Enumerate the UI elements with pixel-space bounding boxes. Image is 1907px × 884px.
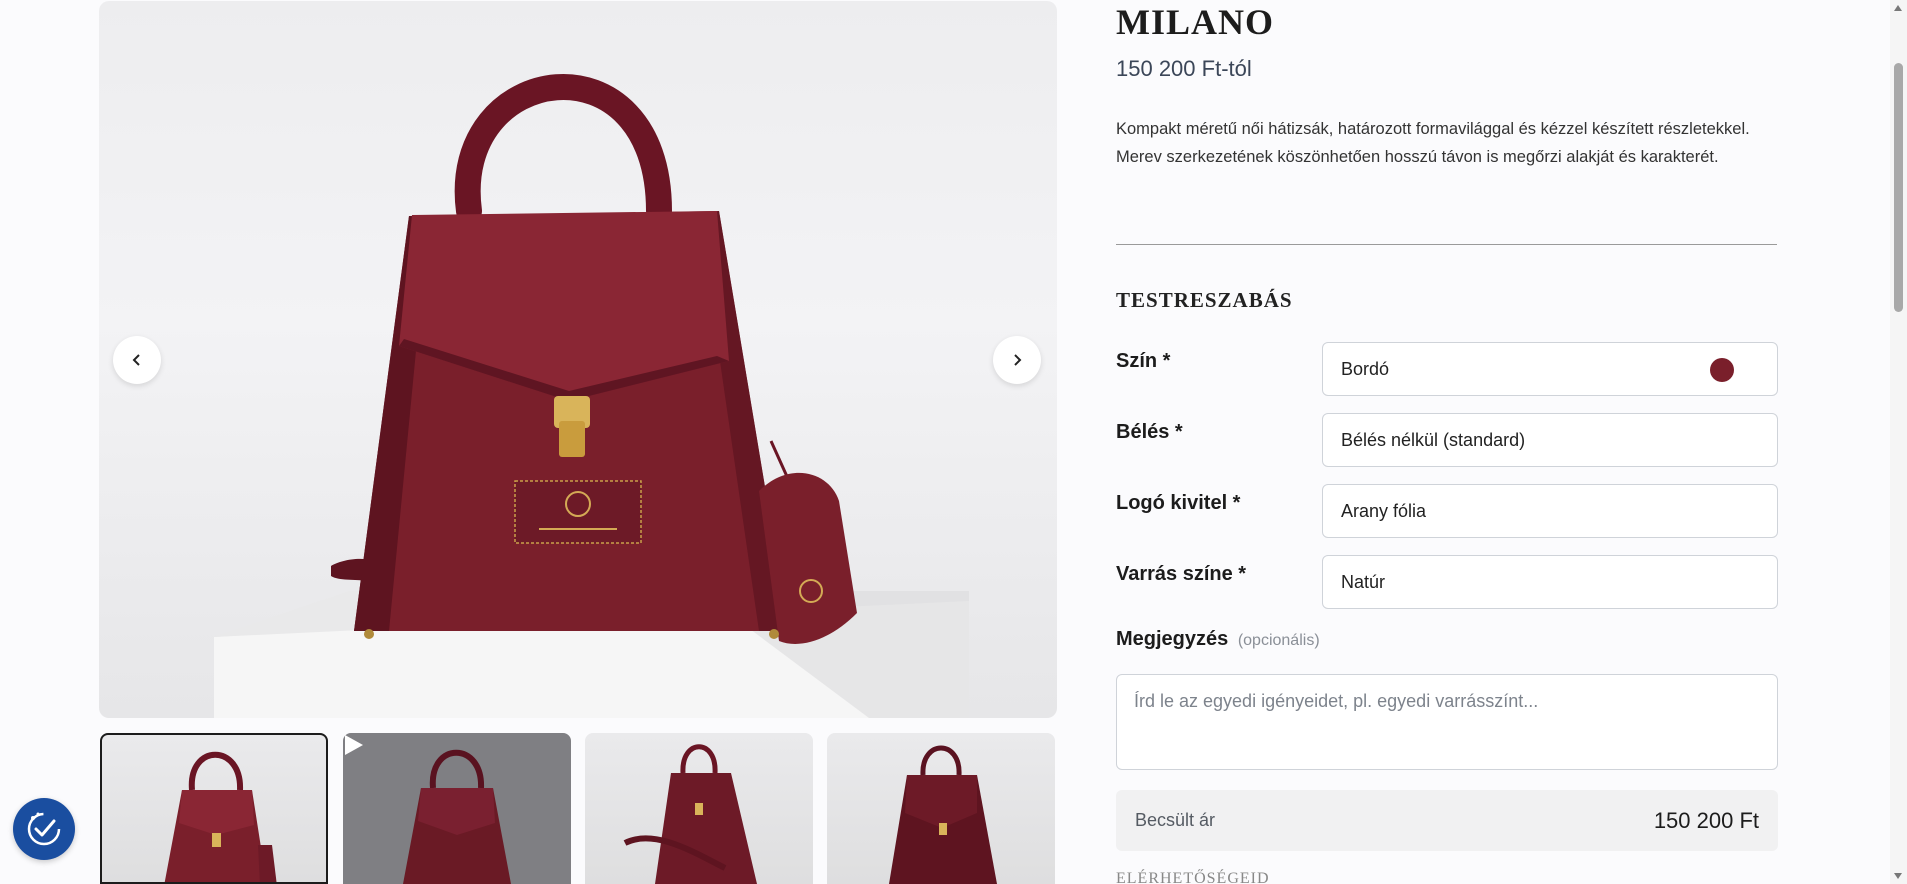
logo-select-value: Arany fólia [1341, 500, 1427, 521]
divider [1116, 244, 1777, 245]
scroll-down-arrow-icon[interactable] [1894, 873, 1902, 879]
accessibility-icon [27, 812, 61, 846]
estimated-price-label: Becsült ár [1135, 810, 1216, 830]
gallery-thumbnail-4[interactable] [827, 733, 1055, 884]
scrollbar-thumb[interactable] [1894, 63, 1903, 312]
customization-heading: TESTRESZABÁS [1116, 288, 1293, 312]
thumbnail-image [164, 751, 277, 882]
contact-heading: ELÉRHETŐSÉGEID [1116, 870, 1270, 884]
thumbnail-image [889, 745, 997, 884]
color-select[interactable]: Bordó [1322, 342, 1778, 396]
color-swatch [1710, 358, 1734, 382]
lining-label: Bélés * [1116, 421, 1183, 443]
main-product-image [99, 1, 1057, 718]
color-label: Szín * [1116, 350, 1171, 372]
thumbnail-image [623, 744, 757, 884]
logo-label: Logó kivitel * [1116, 492, 1241, 514]
estimated-price-value: 150 200 Ft [1653, 807, 1759, 833]
chevron-right-icon [1014, 354, 1022, 366]
scroll-up-arrow-icon[interactable] [1894, 5, 1902, 11]
note-label-text: Megjegyzés [1116, 628, 1229, 650]
stitch-color-select[interactable]: Natúr [1322, 555, 1778, 609]
estimated-price-box: Becsült ár 150 200 Ft [1116, 790, 1778, 851]
lining-select-value: Bélés nélkül (standard) [1341, 429, 1526, 450]
chevron-left-icon [132, 354, 140, 366]
play-icon [345, 735, 363, 755]
lining-select[interactable]: Bélés nélkül (standard) [1322, 413, 1778, 467]
logo-select[interactable]: Arany fólia [1322, 484, 1778, 538]
stitch-color-select-value: Natúr [1341, 571, 1386, 592]
note-label: Megjegyzés (opcionális) [1116, 628, 1320, 651]
note-optional-hint: (opcionális) [1237, 632, 1320, 649]
product-title: MILANO [1116, 2, 1274, 42]
gallery-thumbnail-3[interactable] [585, 733, 813, 884]
thumbnail-image [343, 733, 571, 884]
product-description: Kompakt méretű női hátizsák, határozott … [1116, 120, 1750, 166]
note-textarea[interactable] [1116, 674, 1778, 770]
gallery-prev-button[interactable] [113, 336, 161, 384]
gallery-next-button[interactable] [993, 336, 1041, 384]
color-select-value: Bordó [1341, 358, 1390, 379]
accessibility-button[interactable] [13, 798, 75, 860]
page-scrollbar[interactable] [1890, 0, 1907, 884]
product-price: 150 200 Ft-tól [1116, 56, 1252, 81]
gallery-thumbnail-1[interactable] [100, 733, 328, 884]
gallery-thumbnail-2-video[interactable] [343, 733, 571, 884]
stitch-color-label: Varrás színe * [1116, 563, 1247, 585]
backpack-photo [214, 74, 969, 718]
